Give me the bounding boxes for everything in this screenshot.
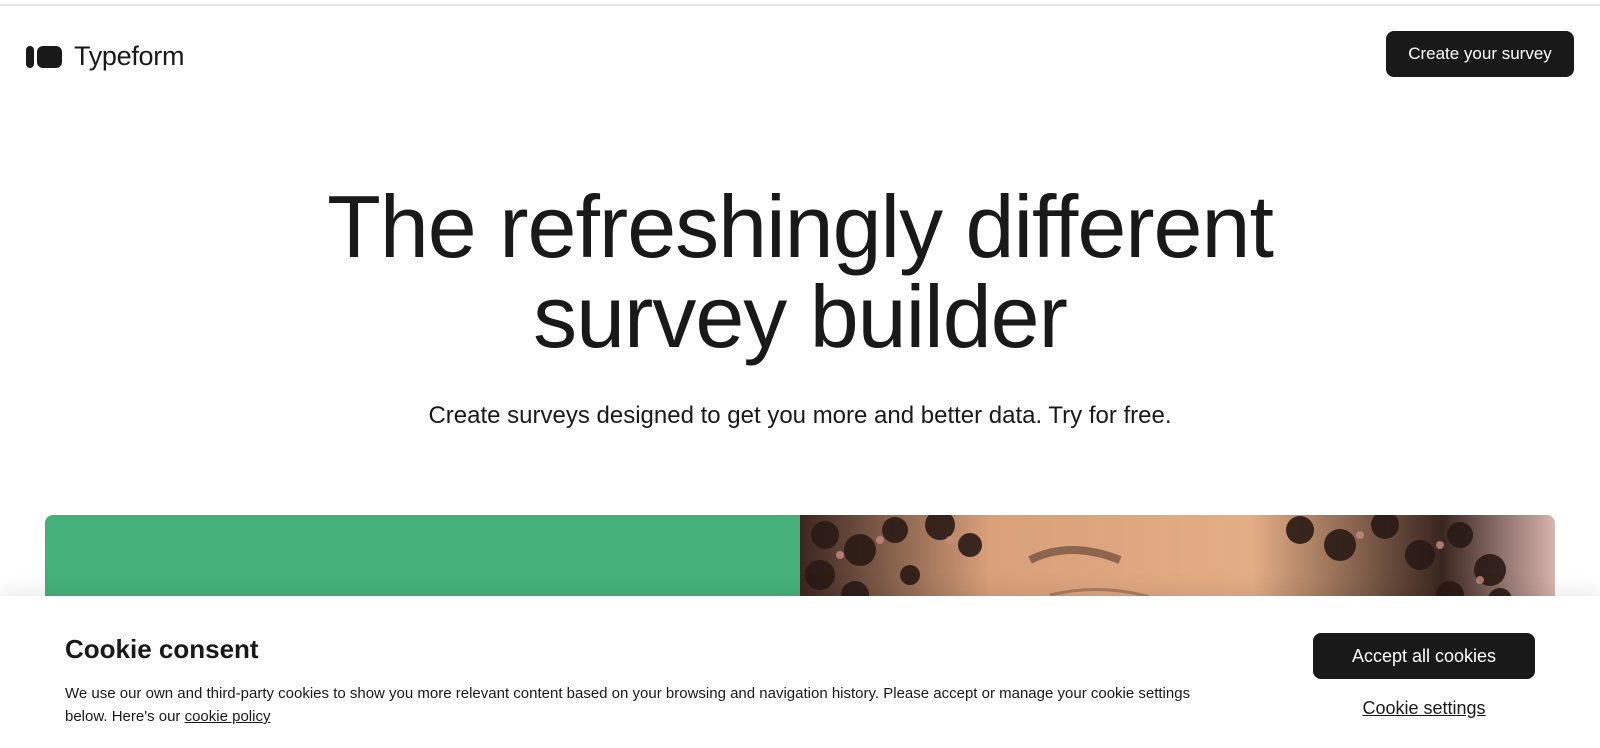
site-header: Typeform Create your survey bbox=[0, 6, 1600, 100]
cookie-description: We use our own and third-party cookies t… bbox=[65, 682, 1235, 728]
hero-media bbox=[45, 515, 1555, 605]
green-panel bbox=[45, 515, 800, 605]
typeform-logo[interactable]: Typeform bbox=[26, 41, 184, 72]
cookie-policy-link[interactable]: cookie policy bbox=[185, 708, 271, 725]
cookie-title: Cookie consent bbox=[65, 634, 259, 664]
hero-title: The refreshingly different survey builde… bbox=[0, 182, 1600, 362]
hero-subtitle: Create surveys designed to get you more … bbox=[428, 402, 1172, 429]
hero-title-line-1: The refreshingly different bbox=[327, 177, 1274, 276]
create-survey-button[interactable]: Create your survey bbox=[1386, 31, 1574, 77]
typeform-logo-icon bbox=[26, 45, 62, 68]
logo-text: Typeform bbox=[74, 41, 185, 71]
cookie-consent-banner: Cookie consent We use our own and third-… bbox=[0, 596, 1600, 748]
portrait-photo bbox=[800, 515, 1555, 605]
hero-title-line-2: survey builder bbox=[533, 267, 1068, 366]
accept-all-cookies-button[interactable]: Accept all cookies bbox=[1313, 633, 1535, 679]
cookie-settings-link[interactable]: Cookie settings bbox=[1313, 698, 1535, 719]
